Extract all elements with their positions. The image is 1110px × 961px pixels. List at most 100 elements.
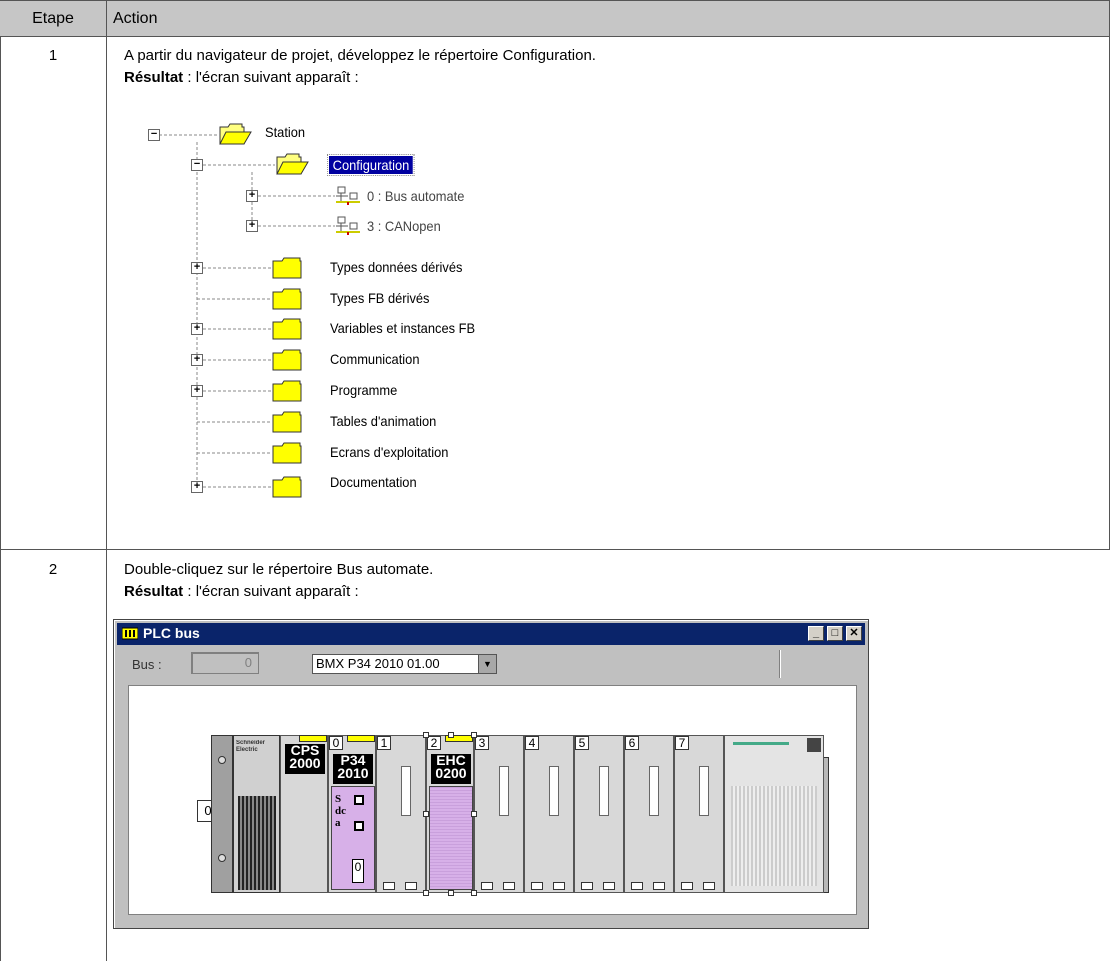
slot-number-6: 6 [625,736,639,750]
expand-folder-toggle[interactable]: + [191,354,203,366]
folder-icon [272,257,302,279]
module-foot [503,882,515,890]
bus-number-field: 0 [191,652,259,674]
slot-7[interactable]: 7 [674,735,724,893]
open-folder-icon [219,123,252,145]
power-supply-block: Schneider Electric [233,735,280,893]
tree-item-variables[interactable]: Variables et instances FB [330,320,475,336]
module-foot [653,882,665,890]
module-foot [553,882,565,890]
tree-item-bus-automate[interactable]: 0 : Bus automate [367,188,464,204]
expand-folder-toggle[interactable]: + [191,262,203,274]
selection-handle[interactable] [423,811,429,817]
window-title: PLC bus [143,625,200,641]
slot-number-2: 2 [427,736,441,750]
ehc-front-panel [429,786,473,890]
tree-connectors [154,134,335,489]
end-clip [807,738,821,752]
tree-item-ecrans[interactable]: Ecrans d'exploitation [330,444,448,460]
step-number-2: 2 [48,561,58,578]
module-ehc0200[interactable]: 2 EHC 0200 [426,735,474,893]
folder-icon [272,349,302,371]
expand-folder-toggle[interactable]: + [191,481,203,493]
module-foot [603,882,615,890]
io-connector [549,766,559,816]
minimize-button[interactable]: _ [808,626,824,641]
slot-number-3: 3 [475,736,489,750]
slot-number-5: 5 [575,736,589,750]
io-connector [599,766,609,816]
module-foot [631,882,643,890]
folder-icon [272,476,302,498]
io-connector [699,766,709,816]
cpu-side-label: Sdca [335,793,346,829]
tree-item-communication[interactable]: Communication [330,351,419,367]
slot-3[interactable]: 3 [474,735,524,893]
slot-number-7: 7 [675,736,689,750]
bus-label: Bus : [132,657,162,672]
folder-icon [272,318,302,340]
tree-item-tables-animation[interactable]: Tables d'animation [330,413,436,429]
expand-bus-automate-toggle[interactable]: + [246,190,258,202]
slot-number-1: 1 [377,736,391,750]
expand-folder-toggle[interactable]: + [191,385,203,397]
window-titlebar[interactable]: PLC bus _ □ ✕ [117,623,865,645]
step-2-result: Résultat : l'écran suivant apparaît : [124,583,359,600]
selection-handle[interactable] [423,890,429,896]
selection-handle[interactable] [423,732,429,738]
selection-handle[interactable] [471,732,477,738]
selection-handle[interactable] [448,732,454,738]
module-cps2000[interactable]: CPS 2000 [280,735,328,893]
rack-icon [122,627,138,640]
collapse-station-toggle[interactable]: − [148,129,160,141]
close-button[interactable]: ✕ [846,626,862,641]
maximize-button[interactable]: □ [827,626,843,641]
tree-item-configuration[interactable]: Configuration [327,154,415,176]
slot-1[interactable]: 1 [376,735,426,893]
brand-stripe [733,742,789,745]
tree-item-documentation[interactable]: Documentation [330,474,417,490]
expand-folder-toggle[interactable]: + [191,323,203,335]
port-icon [354,795,364,805]
tree-item-types-fb[interactable]: Types FB dérivés [330,290,430,306]
cpu-dropdown[interactable]: BMX P34 2010 01.00 ▼ [312,654,497,674]
screw-icon [218,756,226,764]
result-label: Résultat [124,583,184,600]
step-2-instruction: Double-cliquez sur le répertoire Bus aut… [124,561,434,578]
toolbar-separator [779,650,781,678]
io-connector [649,766,659,816]
cpu-dropdown-value: BMX P34 2010 01.00 [316,656,440,671]
tree-item-station[interactable]: Station [265,124,305,140]
io-connector [401,766,411,816]
io-connector [499,766,509,816]
module-ehc-label: EHC 0200 [431,753,471,784]
bus-network-icon [336,216,360,235]
open-folder-icon [276,153,309,175]
module-foot [383,882,395,890]
selection-handle[interactable] [471,890,477,896]
module-foot [481,882,493,890]
plc-rack: Schneider Electric CPS 2000 0 P34 2010 S… [211,732,829,897]
tree-item-types-donnees[interactable]: Types données dérivés [330,259,462,275]
folder-icon [272,442,302,464]
screw-icon [218,854,226,862]
expand-canopen-toggle[interactable]: + [246,220,258,232]
slot-number-4: 4 [525,736,539,750]
module-cpu-label: P34 2010 [333,753,373,784]
module-foot [531,882,543,890]
slot-6[interactable]: 6 [624,735,674,893]
selection-handle[interactable] [471,811,477,817]
port-icon [354,821,364,831]
slot-4[interactable]: 4 [524,735,574,893]
slot-5[interactable]: 5 [574,735,624,893]
tree-item-canopen[interactable]: 3 : CANopen [367,218,441,234]
rack-mount-plate [211,735,233,893]
chevron-down-icon[interactable]: ▼ [478,655,496,673]
collapse-configuration-toggle[interactable]: − [191,159,203,171]
selection-handle[interactable] [448,890,454,896]
schneider-logo: Schneider Electric [236,740,266,753]
tree-item-programme[interactable]: Programme [330,382,397,398]
row-divider [0,549,1110,550]
plc-bus-window: PLC bus _ □ ✕ Bus : 0 BMX P34 2010 01.00… [113,619,869,929]
module-p34-2010[interactable]: 0 P34 2010 Sdca 0 [328,735,376,893]
